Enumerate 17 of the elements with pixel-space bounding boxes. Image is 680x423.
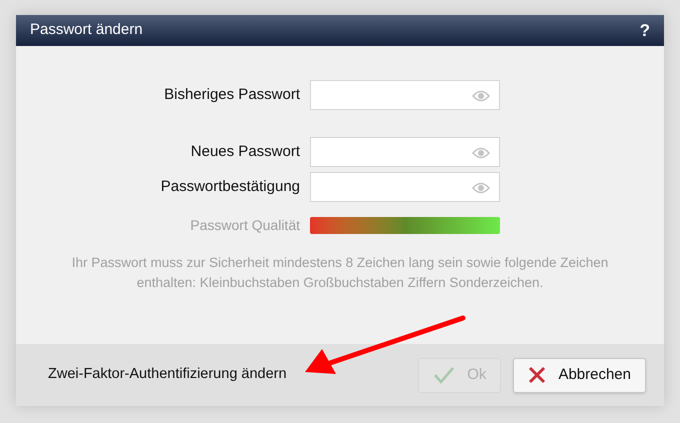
quality-label: Passwort Qualität xyxy=(189,216,301,235)
field-label: Neues Passwort xyxy=(190,142,301,162)
checkmark-icon xyxy=(433,366,456,384)
dialog-title: Passwort ändern xyxy=(30,20,143,40)
eye-icon[interactable] xyxy=(472,147,490,159)
eye-icon[interactable] xyxy=(472,182,490,194)
password-field[interactable] xyxy=(310,172,500,202)
eye-icon[interactable] xyxy=(472,90,490,102)
field-label: Bisheriges Passwort xyxy=(163,84,301,105)
field-label: Passwortbestätigung xyxy=(160,176,301,197)
two-factor-link[interactable]: Zwei-Faktor-Authentifizierung ändern xyxy=(48,364,287,386)
password-field[interactable] xyxy=(310,80,500,110)
password-hint: Ihr Passwort muss zur Sicherheit mindestens 8 Zeichen lang sein sowie folgende Zeichen enthalten: Kleinbuchstaben Großbuchstaben Ziffern Sonderzeichen. xyxy=(70,254,610,292)
cancel-button[interactable]: Abbrechen xyxy=(513,358,646,392)
help-button[interactable]: ? xyxy=(640,18,650,44)
close-icon xyxy=(528,366,546,384)
password-field[interactable] xyxy=(310,137,500,167)
